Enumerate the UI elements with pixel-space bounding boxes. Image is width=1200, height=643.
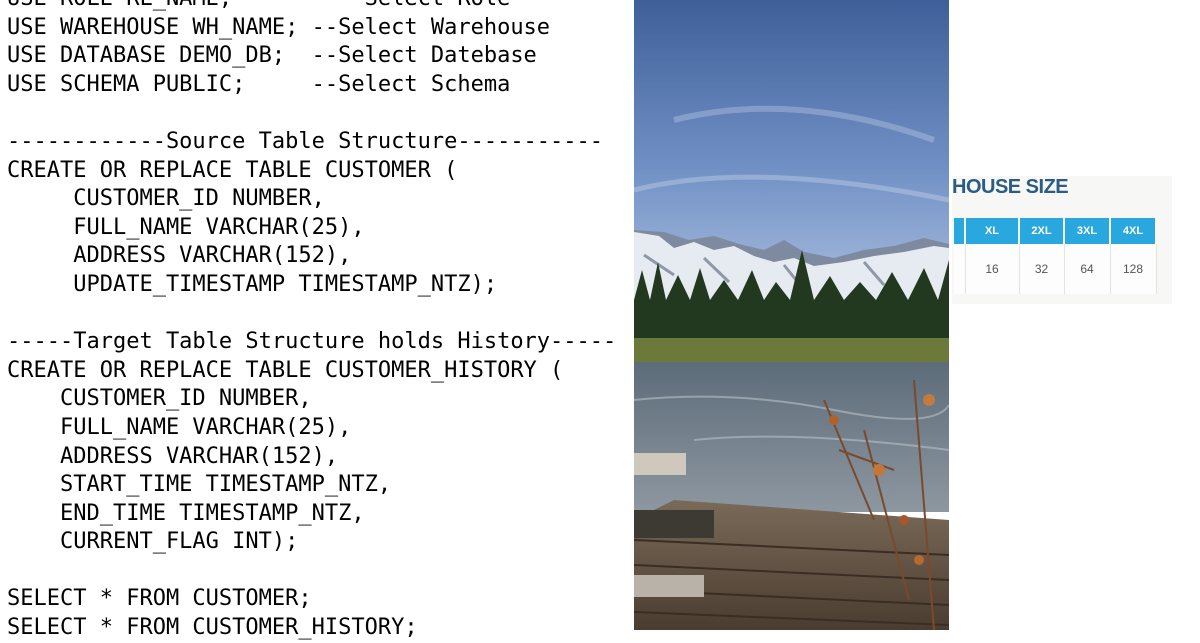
code-line: SELECT * FROM CUSTOMER; xyxy=(7,586,312,612)
code-line: SELECT * FROM CUSTOMER_HISTORY; xyxy=(7,615,418,641)
code-line: USE ROLE RL_NAME; --Select Role xyxy=(7,0,616,14)
code-line: USE DATABASE DEMO_DB; --Select Datebase xyxy=(7,43,537,69)
code-line: ------------Source Table Structure------… xyxy=(7,128,604,154)
table-header-cell: 4XL xyxy=(1110,218,1157,244)
table-cell xyxy=(954,244,966,294)
warehouse-size-title: HOUSE SIZE xyxy=(952,176,1069,198)
table-header-row: XL 2XL 3XL 4XL xyxy=(954,218,1157,244)
table-header-cell: XL xyxy=(965,218,1020,244)
table-cell: 32 xyxy=(1019,244,1065,294)
code-line: -----Target Table Structure holds Histor… xyxy=(7,329,617,355)
code-line: CUSTOMER_ID NUMBER, xyxy=(7,386,312,412)
code-line: FULL_NAME VARCHAR(25), xyxy=(7,214,365,240)
table-header-cell xyxy=(954,218,966,244)
code-line: ADDRESS VARCHAR(152), xyxy=(7,443,339,469)
warehouse-size-table: XL 2XL 3XL 4XL 16 32 64 128 xyxy=(954,218,1157,294)
warehouse-size-panel: HOUSE SIZE XL 2XL 3XL 4XL 16 32 64 128 xyxy=(952,176,1172,304)
code-line: CUSTOMER_ID NUMBER, xyxy=(7,186,325,212)
code-line: UPDATE_TIMESTAMP TIMESTAMP_NTZ); xyxy=(7,271,498,297)
mountain-lake-photo xyxy=(634,0,949,630)
code-line: END_TIME TIMESTAMP_NTZ, xyxy=(7,500,365,526)
code-line: START_TIME TIMESTAMP_NTZ, xyxy=(7,472,392,498)
table-header-cell: 3XL xyxy=(1064,218,1111,244)
code-line: FULL_NAME VARCHAR(25), xyxy=(7,414,352,440)
sql-code-block: USE ROLE RL_NAME; --Select RoleUSE WAREH… xyxy=(7,0,616,643)
code-line: ADDRESS VARCHAR(152), xyxy=(7,243,352,269)
table-header-cell: 2XL xyxy=(1019,218,1065,244)
code-line: USE SCHEMA PUBLIC; --Select Schema xyxy=(7,71,511,97)
table-cell: 128 xyxy=(1110,244,1157,294)
landscape-image xyxy=(634,0,949,630)
code-line: USE WAREHOUSE WH_NAME; --Select Warehous… xyxy=(7,14,551,40)
code-line: CREATE OR REPLACE TABLE CUSTOMER ( xyxy=(7,157,458,183)
code-line: CREATE OR REPLACE TABLE CUSTOMER_HISTORY… xyxy=(7,357,564,383)
table-cell: 16 xyxy=(965,244,1020,294)
table-cell: 64 xyxy=(1064,244,1111,294)
code-line: CURRENT_FLAG INT); xyxy=(7,529,299,555)
table-row: 16 32 64 128 xyxy=(954,244,1157,294)
